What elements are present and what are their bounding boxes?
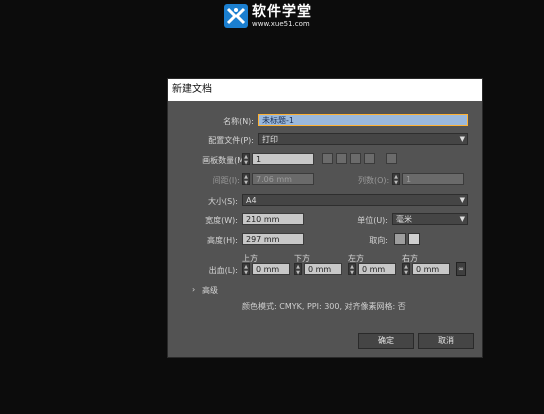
advanced-toggle[interactable]: 高级 bbox=[202, 285, 218, 296]
bleed-left-input[interactable]: 0 mm bbox=[358, 263, 396, 275]
width-label: 宽度(W): bbox=[205, 216, 238, 225]
watermark-url: www.xue51.com bbox=[252, 19, 310, 28]
layout-direction-icon[interactable] bbox=[386, 153, 397, 164]
landscape-icon[interactable] bbox=[408, 233, 420, 245]
arrange-row-icon[interactable] bbox=[350, 153, 361, 164]
bleed-top-input[interactable]: 0 mm bbox=[252, 263, 290, 275]
units-select[interactable]: 毫米 ▼ bbox=[392, 213, 468, 225]
units-value: 毫米 bbox=[396, 215, 412, 224]
height-label: 高度(H): bbox=[207, 236, 238, 245]
chevron-right-icon[interactable]: › bbox=[192, 285, 195, 294]
grid-by-column-icon[interactable] bbox=[336, 153, 347, 164]
size-value: A4 bbox=[246, 196, 257, 205]
watermark-logo-icon bbox=[224, 4, 248, 28]
profile-label: 配置文件(P): bbox=[208, 136, 254, 145]
orientation-label: 取向: bbox=[369, 236, 388, 245]
chevron-down-icon: ▼ bbox=[459, 196, 465, 204]
watermark: 软件学堂 www.xue51.com bbox=[224, 2, 312, 30]
columns-label: 列数(O): bbox=[358, 176, 390, 185]
spacing-label: 间距(I): bbox=[212, 176, 240, 185]
grid-by-row-icon[interactable] bbox=[322, 153, 333, 164]
bleed-bottom-input[interactable]: 0 mm bbox=[304, 263, 342, 275]
height-input[interactable]: 297 mm bbox=[242, 233, 304, 245]
spacing-input[interactable]: 7.06 mm bbox=[252, 173, 314, 185]
spacing-stepper[interactable]: ▲ ▼ bbox=[242, 173, 250, 186]
bleed-right-stepper[interactable]: ▲ ▼ bbox=[402, 263, 410, 276]
size-select[interactable]: A4 ▼ bbox=[242, 194, 468, 206]
chevron-down-icon: ▼ bbox=[459, 215, 465, 223]
bleed-left-stepper[interactable]: ▲ ▼ bbox=[348, 263, 356, 276]
chevron-down-icon: ▼ bbox=[459, 135, 465, 143]
link-bleed-icon[interactable]: ∞ bbox=[456, 262, 466, 276]
size-label: 大小(S): bbox=[207, 197, 238, 206]
bleed-bottom-stepper[interactable]: ▲ ▼ bbox=[294, 263, 302, 276]
bleed-label: 出血(L): bbox=[208, 266, 238, 275]
columns-stepper[interactable]: ▲ ▼ bbox=[392, 173, 400, 186]
name-input[interactable]: 未标题-1 bbox=[258, 114, 468, 126]
width-input[interactable]: 210 mm bbox=[242, 213, 304, 225]
new-document-dialog: 新建文档 名称(N): 未标题-1 配置文件(P): 打印 ▼ 画板数量(M):… bbox=[167, 78, 483, 358]
bleed-right-input[interactable]: 0 mm bbox=[412, 263, 450, 275]
artboards-input[interactable]: 1 bbox=[252, 153, 314, 165]
arrange-column-icon[interactable] bbox=[364, 153, 375, 164]
dialog-title: 新建文档 bbox=[168, 79, 482, 101]
bleed-top-stepper[interactable]: ▲ ▼ bbox=[242, 263, 250, 276]
portrait-icon[interactable] bbox=[394, 233, 406, 245]
artboards-stepper[interactable]: ▲ ▼ bbox=[242, 153, 250, 166]
profile-select[interactable]: 打印 ▼ bbox=[258, 133, 468, 145]
ok-button[interactable]: 确定 bbox=[358, 333, 414, 349]
watermark-title: 软件学堂 bbox=[252, 3, 312, 20]
artboards-label: 画板数量(M): bbox=[202, 156, 250, 165]
columns-input[interactable]: 1 bbox=[402, 173, 464, 185]
color-mode-info: 颜色模式: CMYK, PPI: 300, 对齐像素网格: 否 bbox=[242, 302, 406, 311]
cancel-button[interactable]: 取消 bbox=[418, 333, 474, 349]
profile-value: 打印 bbox=[262, 135, 278, 144]
units-label: 单位(U): bbox=[357, 216, 388, 225]
name-label: 名称(N): bbox=[223, 117, 254, 126]
